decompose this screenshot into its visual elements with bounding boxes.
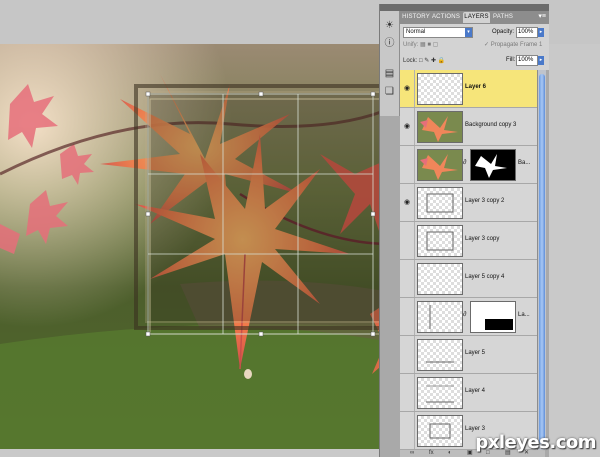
visibility-toggle[interactable] bbox=[400, 222, 415, 259]
panel-tabs: HISTORY ACTIONS LAYERS PATHS ▾≡ bbox=[400, 11, 549, 24]
blend-mode-value: Normal bbox=[406, 29, 426, 35]
layer-thumbnail[interactable] bbox=[417, 415, 463, 447]
layer-thumbnail[interactable] bbox=[417, 73, 463, 105]
layer-mask-thumbnail[interactable] bbox=[470, 301, 516, 333]
layer-name[interactable]: Ba... bbox=[518, 160, 530, 166]
eye-icon[interactable]: ◉ bbox=[400, 184, 415, 221]
maple-leaf-photo[interactable] bbox=[0, 44, 400, 449]
lock-label: Lock: □ ✎ ✚ 🔒 bbox=[403, 58, 446, 64]
layers-panel: ☀ ⓘ ▤ ❏ HISTORY ACTIONS LAYERS PATHS ▾≡ … bbox=[379, 4, 549, 457]
eye-icon[interactable]: ◉ bbox=[400, 108, 415, 145]
visibility-toggle[interactable] bbox=[400, 336, 415, 373]
unify-label: Unify: ▦ ■ ▢ bbox=[403, 42, 439, 48]
visibility-toggle[interactable] bbox=[400, 298, 415, 335]
tab-layers[interactable]: LAYERS bbox=[463, 12, 490, 23]
layers-scrollbar[interactable] bbox=[537, 70, 546, 450]
layer-mask-thumbnail[interactable] bbox=[470, 149, 516, 181]
layer-thumbnail[interactable] bbox=[417, 377, 463, 409]
layers-list[interactable]: ◉ Layer 6 ◉ Background copy 3 ∂ Ba... ◉ Layer 3… bbox=[400, 70, 537, 450]
mask-link-icon[interactable]: ∂ bbox=[463, 159, 466, 166]
eye-icon[interactable]: ◉ bbox=[400, 70, 415, 107]
opacity-arrow-icon[interactable]: ▸ bbox=[538, 28, 544, 37]
photo-artwork bbox=[0, 44, 400, 449]
panel-title-bar[interactable] bbox=[380, 4, 549, 11]
brightness-icon[interactable]: ☀ bbox=[383, 19, 396, 32]
layer-thumbnail[interactable] bbox=[417, 225, 463, 257]
layer-name[interactable]: Layer 3 copy bbox=[465, 236, 499, 242]
visibility-toggle[interactable] bbox=[400, 374, 415, 411]
layer-row[interactable]: ∂ La... bbox=[400, 298, 537, 336]
layer-name[interactable]: La... bbox=[518, 312, 530, 318]
layer-thumbnail[interactable] bbox=[417, 111, 463, 143]
layer-thumbnail[interactable] bbox=[417, 339, 463, 371]
layer-name[interactable]: Background copy 3 bbox=[465, 122, 516, 128]
adjustment-icon[interactable]: ◐ bbox=[448, 450, 452, 457]
layer-row[interactable]: ◉ Background copy 3 bbox=[400, 108, 537, 146]
tab-actions[interactable]: ACTIONS bbox=[431, 12, 461, 23]
visibility-toggle[interactable] bbox=[400, 260, 415, 297]
clone-source-icon[interactable]: ❏ bbox=[383, 85, 396, 98]
layer-thumbnail[interactable] bbox=[417, 301, 463, 333]
tab-history[interactable]: HISTORY bbox=[402, 12, 430, 23]
opacity-label: Opacity: bbox=[492, 29, 515, 35]
notes-icon[interactable]: ▤ bbox=[383, 67, 396, 80]
layer-name[interactable]: Layer 6 bbox=[465, 84, 486, 90]
watermark-logo: pxleyes.com bbox=[475, 432, 596, 453]
panel-dock-icons: ☀ ⓘ ▤ ❏ bbox=[380, 11, 400, 116]
fill-arrow-icon[interactable]: ▸ bbox=[538, 56, 544, 65]
visibility-toggle[interactable] bbox=[400, 146, 415, 183]
layer-row[interactable]: Layer 5 copy 4 bbox=[400, 260, 537, 298]
tab-paths[interactable]: PATHS bbox=[492, 12, 514, 23]
propagate-frame-checkbox[interactable]: ✓ Propagate Frame 1 bbox=[484, 41, 542, 48]
fill-label: Fill: bbox=[506, 57, 516, 63]
layer-row[interactable]: ◉ Layer 6 bbox=[400, 70, 537, 108]
mask-link-icon[interactable]: ∂ bbox=[463, 311, 466, 318]
visibility-toggle[interactable] bbox=[400, 412, 415, 449]
layer-name[interactable]: Layer 5 copy 4 bbox=[465, 274, 504, 280]
layer-name[interactable]: Layer 5 bbox=[465, 350, 485, 356]
scroll-thumb[interactable] bbox=[539, 74, 545, 444]
layer-row[interactable]: Layer 4 bbox=[400, 374, 537, 412]
layer-name[interactable]: Layer 4 bbox=[465, 388, 485, 394]
layer-options: Normal ▾ Opacity: 100% ▸ Unify: ▦ ■ ▢ ✓ … bbox=[400, 24, 549, 70]
panel-menu-icon[interactable]: ▾≡ bbox=[538, 12, 546, 20]
layer-row[interactable]: Layer 5 bbox=[400, 336, 537, 374]
layer-row[interactable]: Layer 3 copy bbox=[400, 222, 537, 260]
link-layers-icon[interactable]: ∞ bbox=[410, 450, 414, 457]
layer-thumbnail[interactable] bbox=[417, 149, 463, 181]
fx-icon[interactable]: fx bbox=[429, 450, 434, 457]
mask-icon[interactable]: ▣ bbox=[467, 450, 473, 457]
blend-mode-select[interactable]: Normal ▾ bbox=[403, 27, 473, 38]
layer-row[interactable]: ∂ Ba... bbox=[400, 146, 537, 184]
info-icon[interactable]: ⓘ bbox=[383, 37, 396, 50]
opacity-input[interactable]: 100% bbox=[516, 27, 538, 38]
layer-thumbnail[interactable] bbox=[417, 263, 463, 295]
layer-thumbnail[interactable] bbox=[417, 187, 463, 219]
layer-row[interactable]: ◉ Layer 3 copy 2 bbox=[400, 184, 537, 222]
propagate-frame-label: Propagate Frame 1 bbox=[490, 42, 543, 48]
fill-input[interactable]: 100% bbox=[516, 55, 538, 66]
chevron-down-icon: ▾ bbox=[465, 28, 472, 37]
layer-name[interactable]: Layer 3 copy 2 bbox=[465, 198, 504, 204]
